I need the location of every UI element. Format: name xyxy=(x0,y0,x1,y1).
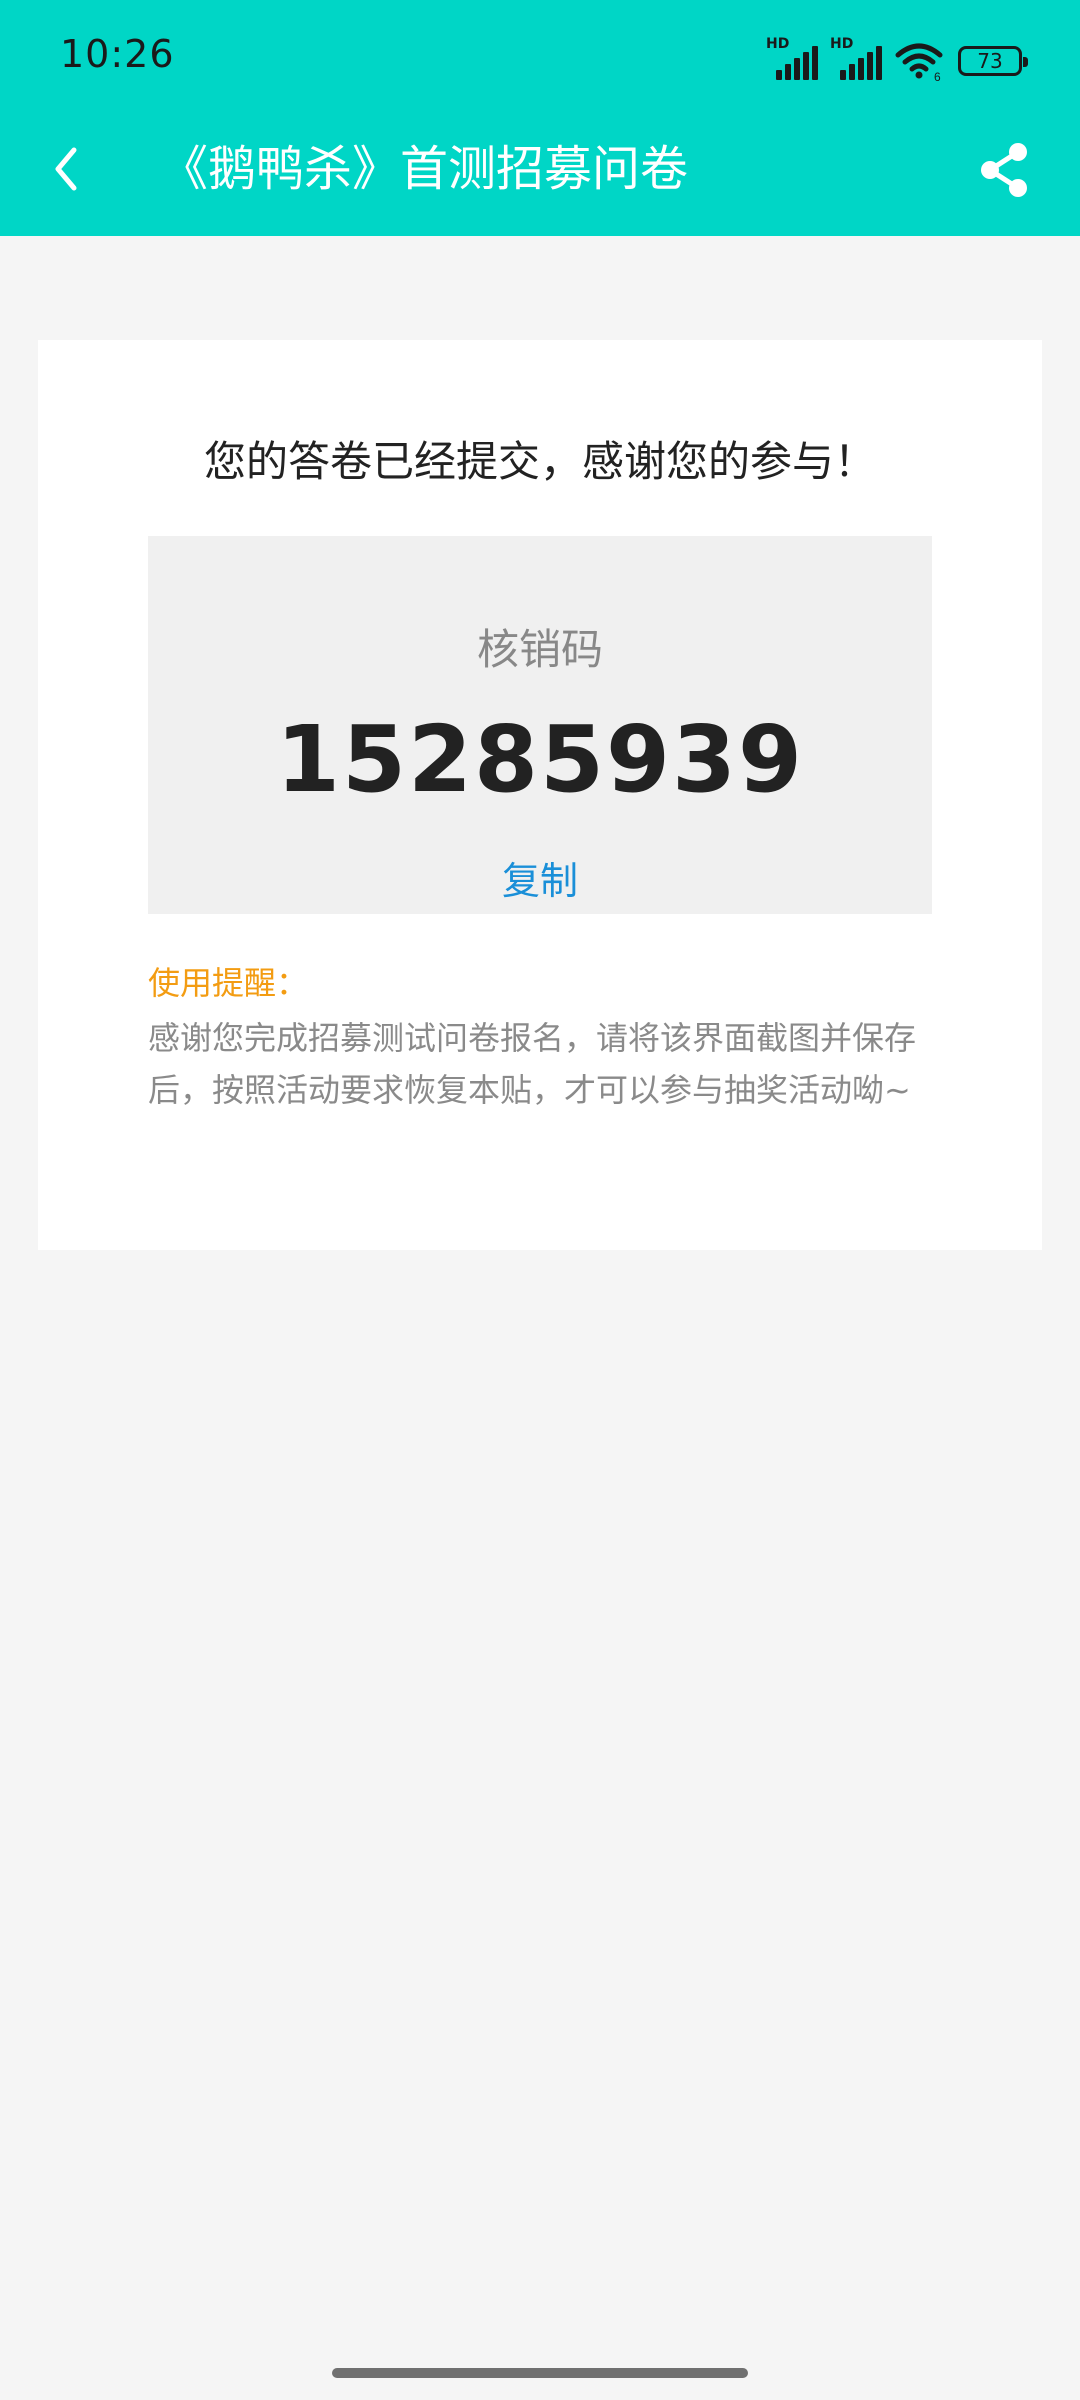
submission-heading: 您的答卷已经提交，感谢您的参与！ xyxy=(203,437,876,486)
redeem-code-label: 核销码 xyxy=(476,625,603,674)
signal-hd-label: HD xyxy=(766,36,790,52)
status-time: 10:26 xyxy=(60,32,175,76)
signal-icon: HD xyxy=(766,36,818,80)
redeem-code-value: 15285939 xyxy=(275,706,805,813)
battery-icon: 73 xyxy=(958,46,1028,76)
signal-hd-label: HD xyxy=(830,36,854,52)
home-indicator[interactable] xyxy=(332,2368,748,2378)
status-icons: HD HD 6 73 xyxy=(766,36,1028,84)
submission-card: 您的答卷已经提交，感谢您的参与！ 核销码 15285939 复制 使用提醒： 感… xyxy=(38,340,1042,1250)
wifi-label: 6 xyxy=(934,70,941,81)
chevron-left-icon[interactable] xyxy=(44,136,94,202)
redeem-code-box: 核销码 15285939 复制 xyxy=(148,536,932,914)
page-title: 《鹅鸭杀》首测招募问卷 xyxy=(160,141,689,197)
app-header: 10:26 HD HD 6 73 《鹅鸭杀》首测招募问卷 xyxy=(0,0,1080,236)
wifi-icon: 6 xyxy=(895,43,943,81)
copy-button[interactable]: 复制 xyxy=(148,850,932,905)
tip-title: 使用提醒： xyxy=(148,964,309,1002)
signal-icon: HD xyxy=(830,36,882,80)
battery-level: 73 xyxy=(977,49,1003,73)
tip-text: 感谢您完成招募测试问卷报名，请将该界面截图并保存后，按照活动要求恢复本贴，才可以… xyxy=(148,1019,917,1109)
share-icon[interactable] xyxy=(974,140,1034,200)
